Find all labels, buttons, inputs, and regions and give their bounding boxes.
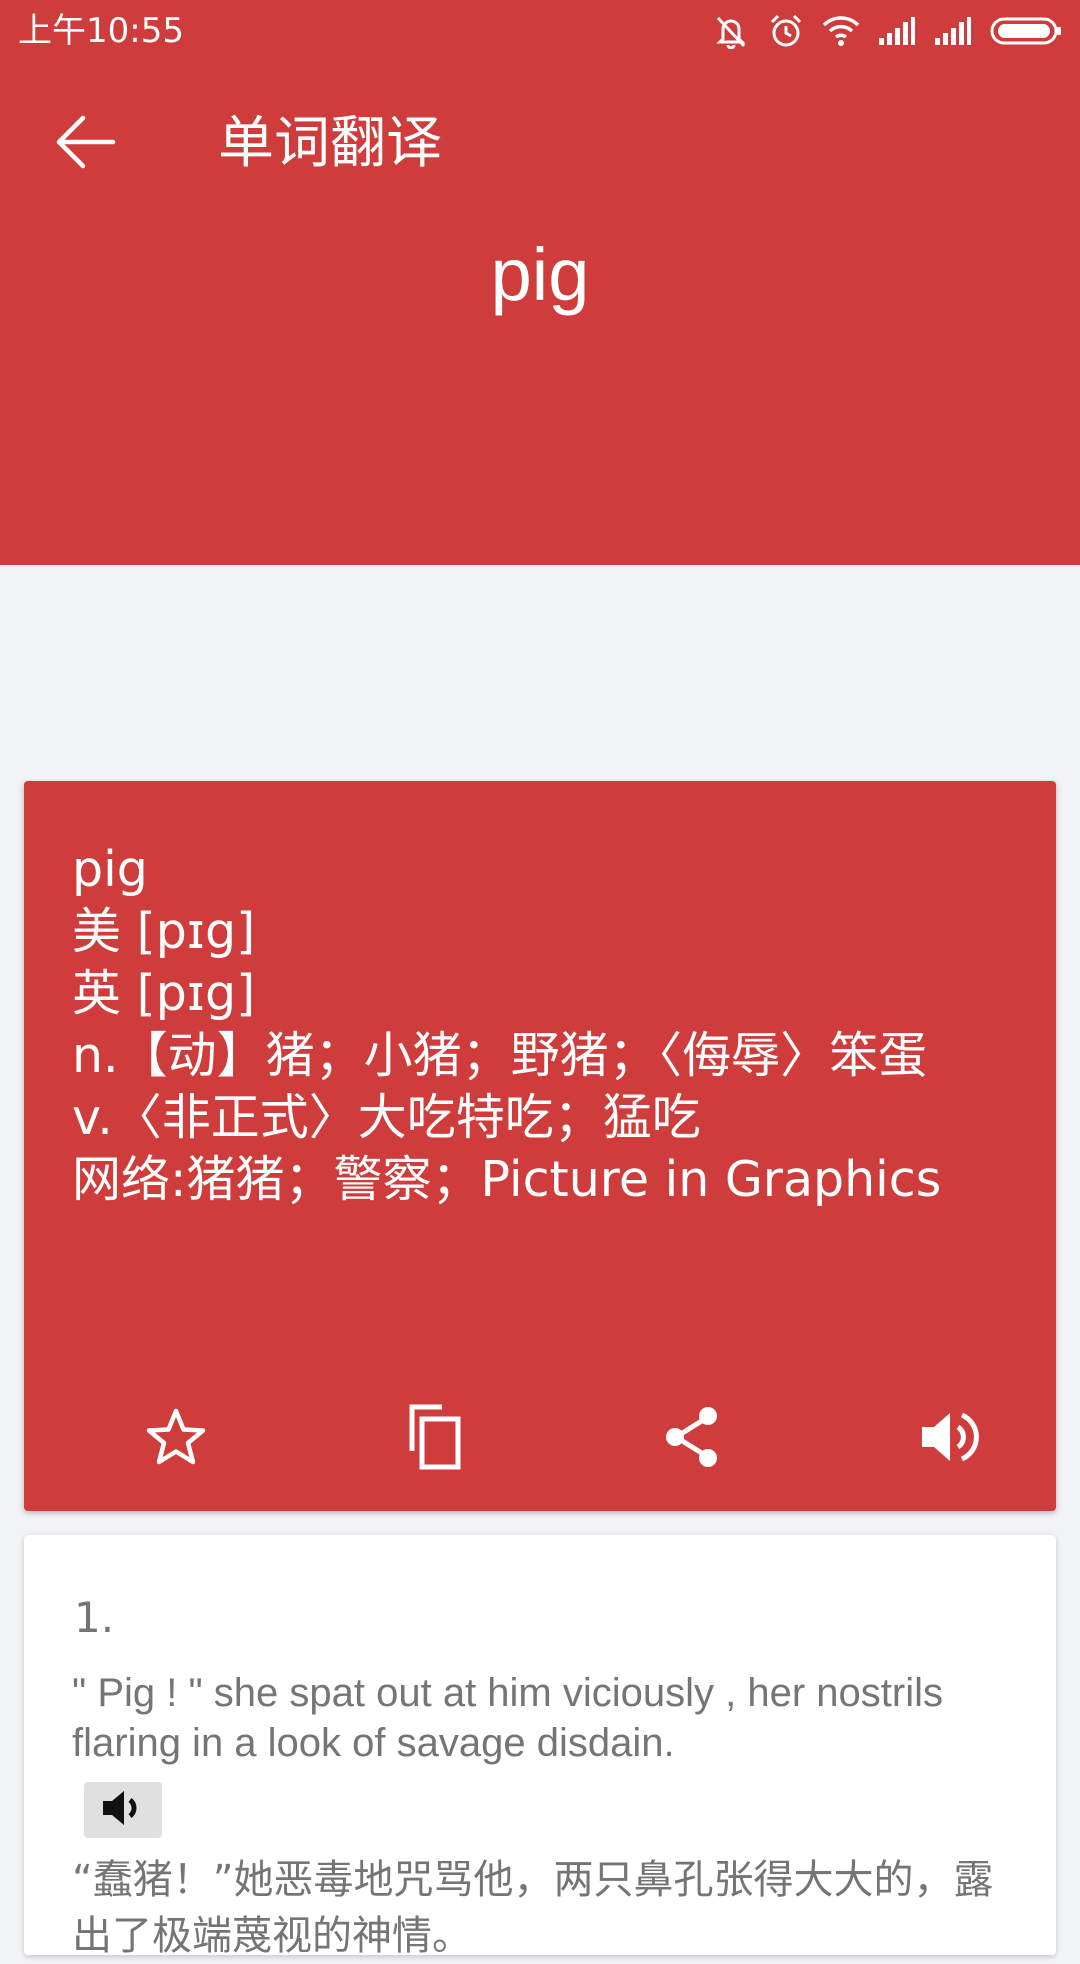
signal-icon xyxy=(934,16,972,46)
example-english[interactable]: " Pig ! " she spat out at him viciously … xyxy=(72,1668,1008,1768)
app-header: 上午10:55 单词翻译 pig xyxy=(0,0,1080,565)
signal-icon xyxy=(878,16,916,46)
example-number: 1. xyxy=(74,1593,115,1642)
share-icon xyxy=(662,1405,722,1473)
status-bar: 上午10:55 xyxy=(0,0,1080,62)
page-title: 单词翻译 xyxy=(218,111,442,176)
copy-icon xyxy=(404,1403,464,1475)
us-phonetic: 美 [pɪg] xyxy=(72,903,256,960)
result-word: pig xyxy=(72,841,148,898)
uk-phonetic: 英 [pɪg] xyxy=(72,965,256,1022)
query-word: pig xyxy=(490,233,590,316)
arrow-back-icon xyxy=(53,114,117,174)
example-sentence-card: 1. " Pig ! " she spat out at him vicious… xyxy=(24,1535,1056,1959)
back-button[interactable] xyxy=(40,106,130,182)
verb-definition: v.〈非正式〉大吃特吃；猛吃 xyxy=(72,1089,701,1146)
volume-icon xyxy=(918,1407,982,1471)
volume-icon xyxy=(100,1787,146,1833)
card-action-bar xyxy=(24,1361,1056,1511)
example-speak-button[interactable] xyxy=(84,1782,162,1838)
web-definition: 网络:猪猪；警察；Picture in Graphics xyxy=(72,1151,942,1208)
status-icons xyxy=(712,12,1062,50)
favorite-button[interactable] xyxy=(136,1399,216,1479)
star-icon xyxy=(145,1407,207,1471)
speak-button[interactable] xyxy=(910,1399,990,1479)
translation-result-card: pig 美 [pɪg] 英 [pɪg] n.【动】猪；小猪；野猪；〈侮辱〉笨蛋 … xyxy=(24,781,1056,1511)
alarm-icon xyxy=(768,13,804,49)
battery-icon xyxy=(990,16,1062,46)
status-time: 上午10:55 xyxy=(18,11,184,51)
example-chinese[interactable]: “蠢猪！”她恶毒地咒骂他，两只鼻孔张得大大的，露出了极端蔑视的神情。 xyxy=(72,1852,1016,1964)
mute-vibrate-icon xyxy=(712,13,750,49)
noun-definition: n.【动】猪；小猪；野猪；〈侮辱〉笨蛋 xyxy=(72,1027,928,1084)
wifi-icon xyxy=(822,15,860,47)
share-button[interactable] xyxy=(652,1399,732,1479)
translation-text[interactable]: pig 美 [pɪg] 英 [pɪg] n.【动】猪；小猪；野猪；〈侮辱〉笨蛋 … xyxy=(72,839,1016,1211)
copy-button[interactable] xyxy=(394,1399,474,1479)
